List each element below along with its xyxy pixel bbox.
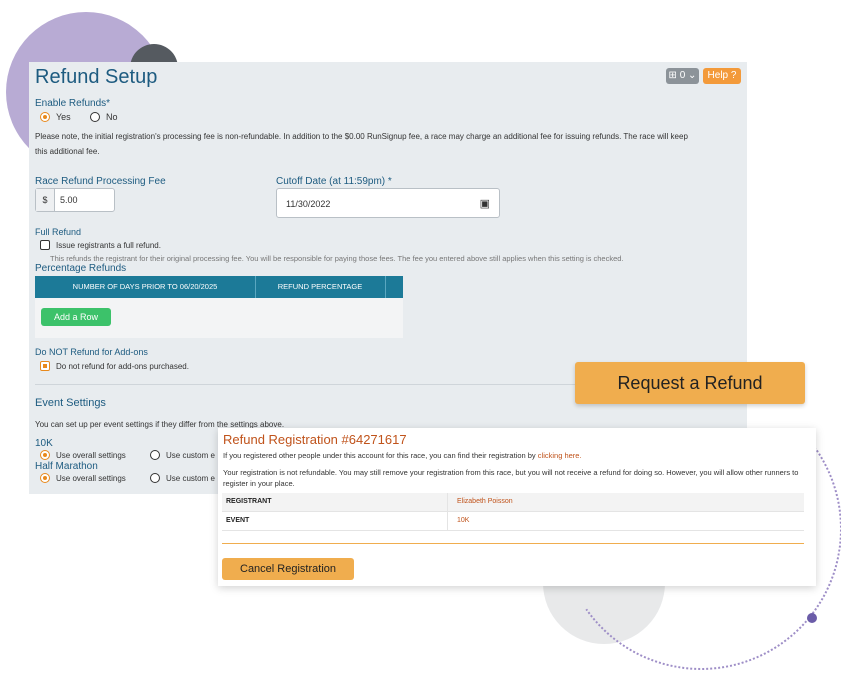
decorative-dot (807, 613, 817, 623)
settings-count-button[interactable]: ⊞ 0 ⌄ (666, 68, 699, 84)
other-registrations-text: If you registered other people under thi… (223, 451, 536, 460)
event-name-10k: 10K (35, 438, 53, 449)
column-header-percentage: REFUND PERCENTAGE (255, 276, 386, 298)
cancel-registration-button[interactable]: Cancel Registration (222, 558, 354, 580)
registrant-key: REGISTRANT (226, 498, 272, 505)
percentage-refunds-table-body: Add a Row (35, 298, 403, 338)
refund-registration-card: Refund Registration #64271617 If you reg… (218, 428, 816, 586)
processing-fee-label: Race Refund Processing Fee (35, 176, 166, 187)
other-registrations-note: If you registered other people under thi… (223, 451, 582, 460)
enable-refunds-no-label: No (106, 112, 118, 122)
addons-checkbox[interactable] (40, 361, 50, 371)
event-half-overall-radio[interactable] (40, 473, 50, 483)
enable-refunds-label: Enable Refunds* (35, 98, 111, 109)
processing-fee-field[interactable]: $ 5.00 (35, 188, 115, 212)
full-refund-heading: Full Refund (35, 227, 82, 237)
calendar-icon[interactable]: ▣ (480, 197, 490, 210)
help-button[interactable]: Help ? (703, 68, 741, 84)
not-refundable-note: Your registration is not refundable. You… (223, 468, 799, 488)
enable-refunds-yes-label: Yes (56, 112, 71, 122)
enable-refunds-yes-radio[interactable] (40, 112, 50, 122)
column-separator (447, 512, 448, 530)
cutoff-date-input[interactable]: 11/30/2022 ▣ (276, 188, 500, 218)
request-refund-callout[interactable]: Request a Refund (575, 362, 805, 404)
table-row: EVENT 10K (222, 512, 804, 531)
event-half-custom-radio[interactable] (150, 473, 160, 483)
refund-fee-note-2: this additional fee. (35, 147, 100, 156)
addons-checkbox-label: Do not refund for add-ons purchased. (56, 362, 189, 371)
registrant-value: Elizabeth Poisson (457, 498, 513, 505)
table-row: REGISTRANT Elizabeth Poisson (222, 493, 804, 512)
event-10k-custom-label: Use custom e (166, 451, 215, 460)
refund-fee-note: Please note, the initial registration's … (35, 132, 688, 141)
full-refund-checkbox-label: Issue registrants a full refund. (56, 241, 161, 250)
event-10k-overall-label: Use overall settings (56, 451, 126, 460)
full-refund-hint: This refunds the registrant for their or… (50, 254, 624, 263)
percentage-refunds-table-header: NUMBER OF DAYS PRIOR TO 06/20/2025 REFUN… (35, 276, 403, 298)
event-10k-custom-radio[interactable] (150, 450, 160, 460)
currency-prefix: $ (36, 189, 55, 211)
processing-fee-value: 5.00 (60, 195, 78, 205)
registration-details-table: REGISTRANT Elizabeth Poisson EVENT 10K (222, 493, 804, 531)
event-10k-overall-radio[interactable] (40, 450, 50, 460)
add-row-button[interactable]: Add a Row (41, 308, 111, 326)
event-half-overall-label: Use overall settings (56, 474, 126, 483)
orange-divider (222, 543, 804, 544)
percentage-refunds-heading: Percentage Refunds (35, 263, 127, 274)
cutoff-date-label: Cutoff Date (at 11:59pm) * (276, 176, 392, 187)
cutoff-date-value: 11/30/2022 (286, 199, 331, 209)
event-value: 10K (457, 517, 470, 524)
refund-registration-title: Refund Registration #64271617 (223, 432, 407, 447)
event-key: EVENT (226, 517, 250, 524)
event-name-half-marathon: Half Marathon (35, 461, 98, 472)
page-title: Refund Setup (35, 66, 158, 88)
event-settings-heading: Event Settings (35, 397, 106, 409)
column-header-days: NUMBER OF DAYS PRIOR TO 06/20/2025 (35, 276, 256, 298)
addons-heading: Do NOT Refund for Add-ons (35, 347, 148, 357)
event-half-custom-label: Use custom e (166, 474, 215, 483)
column-separator (447, 493, 448, 511)
full-refund-checkbox[interactable] (40, 240, 50, 250)
enable-refunds-no-radio[interactable] (90, 112, 100, 122)
clicking-here-link[interactable]: clicking here. (538, 451, 582, 460)
